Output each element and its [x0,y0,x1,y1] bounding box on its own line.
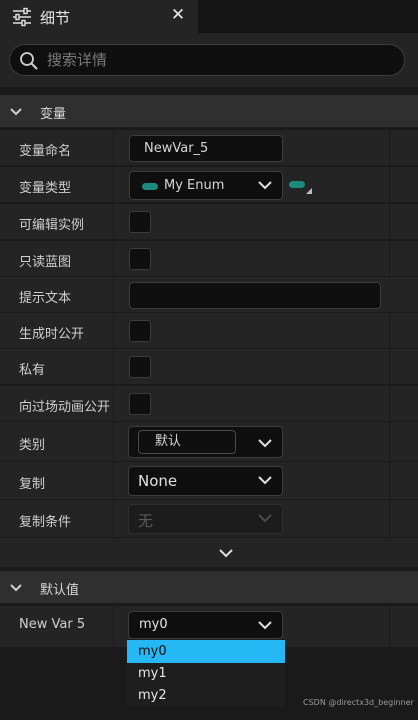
private-checkbox[interactable] [129,356,151,378]
property-row-variable-type: 变量类型 My Enum [0,167,418,203]
search-input[interactable] [47,45,387,75]
enum-dropdown-list: my0 my1 my2 [127,639,285,707]
tab-bar: 细节 ✕ [0,0,418,33]
chevron-down-icon [258,514,272,523]
section-header-default-value[interactable]: 默认值 [0,570,418,604]
category-combo[interactable]: 默认 [128,426,283,458]
property-row-instance-editable: 可编辑实例 [0,204,418,240]
chevron-down-icon [10,584,22,592]
chevron-down-icon [258,439,272,448]
tab-title: 细节 [40,9,71,27]
property-label: 私有 [19,363,46,378]
property-row-category: 类别 默认 [0,422,418,462]
dropdown-option[interactable]: my0 [127,640,285,663]
tab-details[interactable]: 细节 ✕ [0,0,198,33]
container-type-button[interactable] [287,178,313,196]
section-header-variables[interactable]: 变量 [0,94,418,128]
tooltip-field[interactable] [129,282,381,309]
dropdown-option[interactable]: my2 [127,684,285,707]
variable-type-dropdown[interactable]: My Enum [129,171,283,200]
close-icon[interactable]: ✕ [168,5,188,25]
expose-to-cinematics-checkbox[interactable] [129,393,151,415]
property-row-replication-condition: 复制条件 无 [0,500,418,538]
section-title: 默认值 [40,583,80,598]
property-label: 生成时公开 [19,327,85,342]
variable-name-field[interactable]: NewVar_5 [129,135,283,162]
corner-arrow-icon [306,188,312,194]
property-row-blueprint-readonly: 只读蓝图 [0,241,418,277]
replication-value: None [138,472,178,490]
property-label: 变量类型 [19,181,72,196]
replication-condition-dropdown: 无 [128,504,283,534]
category-field[interactable]: 默认 [138,430,236,454]
property-label: 类别 [19,438,46,453]
property-row-replication: 复制 None [0,462,418,500]
section-title: 变量 [40,107,67,122]
property-row-variable-name: 变量命名 NewVar_5 [0,130,418,166]
sliders-icon [13,7,31,27]
instance-editable-checkbox[interactable] [129,211,151,233]
default-value-dropdown[interactable]: my0 [128,611,283,639]
property-label: 复制条件 [19,515,72,530]
property-label: 复制 [19,477,46,492]
property-label: 只读蓝图 [19,255,72,270]
search-row [0,33,418,87]
blueprint-readonly-checkbox[interactable] [129,248,151,270]
property-row-expose-to-cinematics: 向过场动画公开 [0,386,418,422]
property-row-private: 私有 [0,349,418,385]
variable-type-value: My Enum [164,178,225,193]
chevron-down-icon [219,549,233,558]
property-label: 提示文本 [19,291,72,306]
type-pin-icon [142,183,158,190]
replication-condition-value: 无 [138,512,154,530]
chevron-down-icon [258,621,272,630]
property-label: 向过场动画公开 [19,400,111,415]
property-row-expose-on-spawn: 生成时公开 [0,313,418,349]
replication-dropdown[interactable]: None [128,466,283,496]
default-value-selected: my0 [139,617,168,632]
watermark: CSDN @directx3d_beginner [303,698,414,707]
chevron-down-icon [258,476,272,485]
property-label: 变量命名 [19,144,72,159]
search-box[interactable] [9,44,405,76]
property-row-tooltip: 提示文本 [0,277,418,313]
type-pin-icon [289,181,305,188]
expose-on-spawn-checkbox[interactable] [129,320,151,342]
chevron-down-icon [258,181,272,190]
dropdown-option[interactable]: my1 [127,662,285,685]
search-icon [20,52,38,70]
property-label: New Var 5 [19,617,86,632]
property-label: 可编辑实例 [19,218,85,233]
chevron-down-icon [10,108,22,116]
advanced-expand-row[interactable] [0,538,418,568]
